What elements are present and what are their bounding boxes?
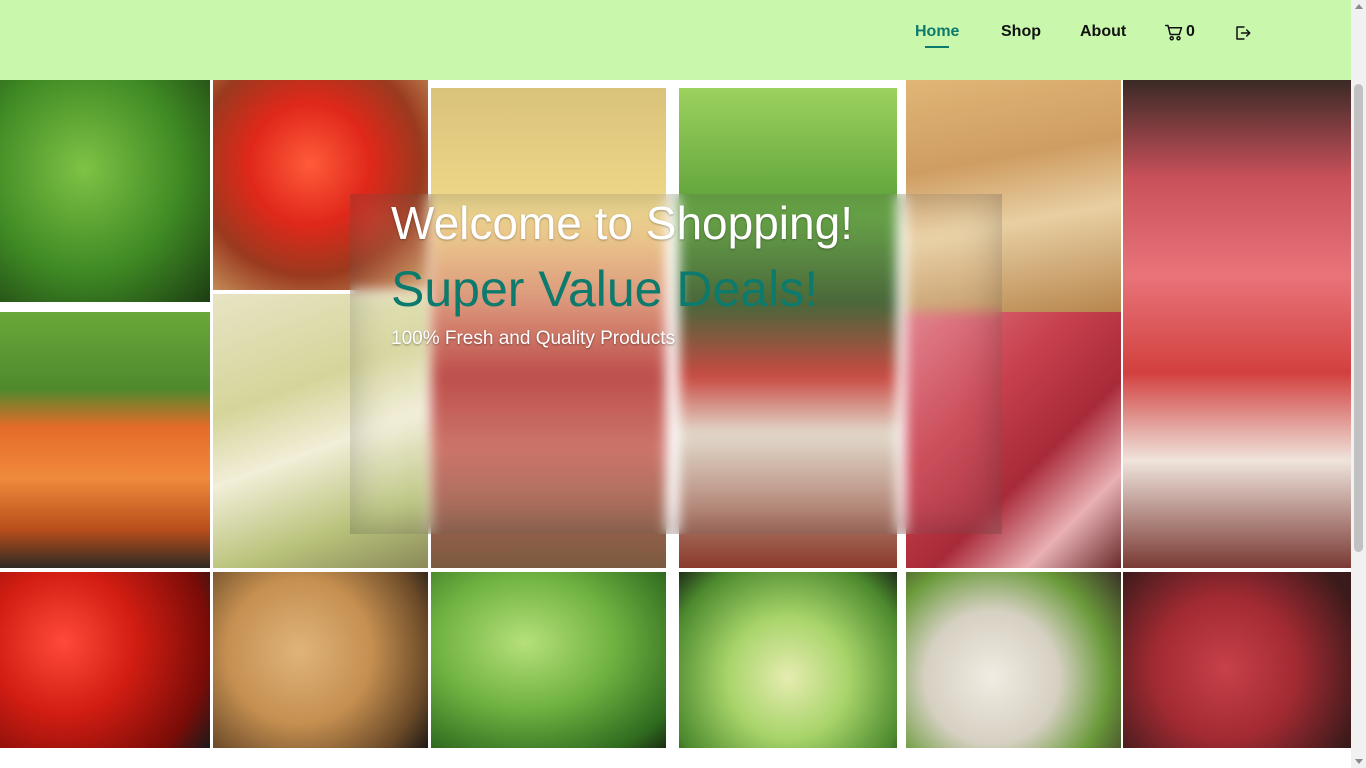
collage-tile-steaks: [1123, 80, 1351, 568]
collage-tile-celery: [431, 572, 666, 748]
collage-tile-potatoes: [213, 572, 428, 748]
nav-home-link[interactable]: Home: [915, 22, 959, 48]
collage-tile-garlic: [906, 572, 1121, 748]
collage-tile-tomatoes: [0, 572, 210, 748]
hero-subtitle: Super Value Deals!: [391, 261, 819, 317]
cart-count-badge: 0: [1186, 23, 1195, 40]
top-navbar: Home Shop About 0: [0, 0, 1351, 80]
nav-about-link[interactable]: About: [1080, 22, 1126, 44]
collage-tile-meat-chunk: [1123, 572, 1351, 748]
page-scrollbar[interactable]: [1351, 0, 1366, 768]
collage-tile-carrots: [0, 312, 210, 568]
scroll-up-arrow-icon[interactable]: [1355, 4, 1363, 9]
scroll-down-arrow-icon[interactable]: [1355, 759, 1363, 764]
active-underline: [925, 46, 950, 48]
collage-tile-greens: [0, 80, 210, 302]
cart-icon[interactable]: [1165, 24, 1183, 42]
scrollbar-thumb[interactable]: [1354, 84, 1363, 552]
logout-icon[interactable]: [1234, 24, 1252, 42]
nav-shop-link[interactable]: Shop: [1001, 22, 1041, 44]
hero-banner: [0, 80, 1351, 748]
collage-tile-lettuce: [679, 572, 897, 748]
hero-title: Welcome to Shopping!: [391, 197, 853, 249]
hero-tagline: 100% Fresh and Quality Products: [391, 328, 676, 349]
